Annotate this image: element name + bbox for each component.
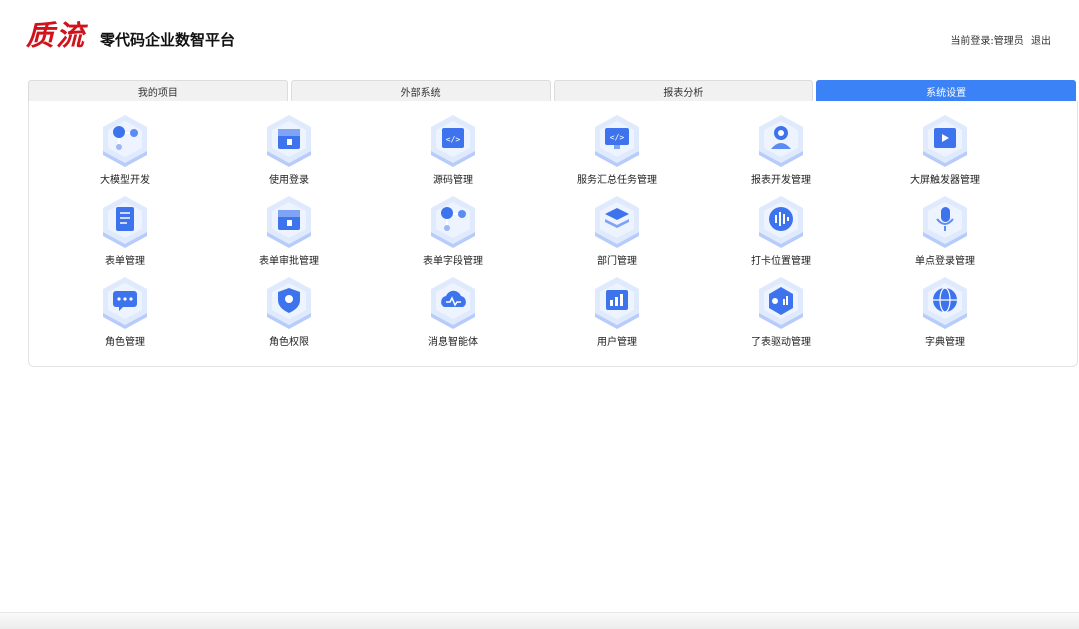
- module-item[interactable]: 表单字段管理: [371, 192, 535, 273]
- module-item[interactable]: 用户管理: [535, 273, 699, 354]
- module-item[interactable]: </> 源码管理: [371, 111, 535, 192]
- app-title: 零代码企业数智平台: [100, 31, 236, 49]
- sound-wave-icon: [759, 196, 803, 248]
- module-item[interactable]: 角色权限: [207, 273, 371, 354]
- module-label: 源码管理: [433, 175, 473, 186]
- module-item[interactable]: 表单审批管理: [207, 192, 371, 273]
- globe-icon: [923, 277, 967, 329]
- module-grid: 大模型开发 使用登录 </> 源码管理 </> 服务汇总任务管理 报表开发管理 大屏触发器管理…: [43, 111, 1027, 354]
- module-item[interactable]: 字典管理: [863, 273, 1027, 354]
- screen-trigger-icon: [923, 115, 967, 167]
- module-item[interactable]: 表单管理: [43, 192, 207, 273]
- module-item[interactable]: 使用登录: [207, 111, 371, 192]
- module-label: 消息智能体: [428, 337, 478, 348]
- module-item[interactable]: 打卡位置管理: [699, 192, 863, 273]
- storage-box-icon: [267, 196, 311, 248]
- module-item[interactable]: 单点登录管理: [863, 192, 1027, 273]
- module-label: 大模型开发: [100, 175, 150, 186]
- cloud-pulse-icon: [431, 277, 475, 329]
- molecule-icon: [431, 196, 475, 248]
- module-label: 角色权限: [269, 337, 309, 348]
- module-label: 表单管理: [105, 256, 145, 267]
- molecule-icon: [103, 115, 147, 167]
- module-item[interactable]: 了表驱动管理: [699, 273, 863, 354]
- user-area: 当前登录:管理员 退出: [946, 32, 1051, 47]
- code-window-icon: </>: [431, 115, 475, 167]
- module-label: 字典管理: [925, 337, 965, 348]
- module-item[interactable]: 报表开发管理: [699, 111, 863, 192]
- chat-screen-icon: [103, 277, 147, 329]
- layers-icon: [595, 196, 639, 248]
- module-label: 了表驱动管理: [751, 337, 811, 348]
- module-label: 角色管理: [105, 337, 145, 348]
- module-label: 服务汇总任务管理: [577, 175, 657, 186]
- module-item[interactable]: 大模型开发: [43, 111, 207, 192]
- app-header: 质流 零代码企业数智平台 当前登录:管理员 退出: [0, 0, 1079, 78]
- tab-system-settings[interactable]: 系统设置: [816, 80, 1076, 101]
- module-panel: 大模型开发 使用登录 </> 源码管理 </> 服务汇总任务管理 报表开发管理 大屏触发器管理…: [28, 101, 1078, 367]
- module-label: 表单字段管理: [423, 256, 483, 267]
- user-chart-icon: [595, 277, 639, 329]
- tab-external-systems[interactable]: 外部系统: [290, 80, 551, 101]
- module-label: 打卡位置管理: [751, 256, 811, 267]
- module-label: 报表开发管理: [751, 175, 811, 186]
- tab-my-projects[interactable]: 我的项目: [28, 80, 288, 101]
- code-monitor-icon: </>: [595, 115, 639, 167]
- module-label: 大屏触发器管理: [910, 175, 980, 186]
- shield-icon: [267, 277, 311, 329]
- module-item[interactable]: 大屏触发器管理: [863, 111, 1027, 192]
- user-gear-icon: [759, 115, 803, 167]
- storage-box-icon: [267, 115, 311, 167]
- logout-link[interactable]: 退出: [1031, 36, 1051, 47]
- module-label: 用户管理: [597, 337, 637, 348]
- tab-report-analysis[interactable]: 报表分析: [553, 80, 814, 101]
- main-tabs: 我的项目 外部系统 报表分析 系统设置: [28, 80, 1076, 101]
- module-item[interactable]: 部门管理: [535, 192, 699, 273]
- module-label: 单点登录管理: [915, 256, 975, 267]
- module-item[interactable]: 角色管理: [43, 273, 207, 354]
- module-label: 使用登录: [269, 175, 309, 186]
- module-item[interactable]: 消息智能体: [371, 273, 535, 354]
- form-icon: [103, 196, 147, 248]
- svg-text:</>: </>: [610, 133, 625, 142]
- module-label: 部门管理: [597, 256, 637, 267]
- data-cube-icon: [759, 277, 803, 329]
- brand-logo: 质流: [26, 19, 87, 52]
- module-item[interactable]: </> 服务汇总任务管理: [535, 111, 699, 192]
- svg-text:</>: </>: [446, 135, 461, 144]
- module-label: 表单审批管理: [259, 256, 319, 267]
- current-user-label: 当前登录:管理员: [950, 36, 1024, 47]
- microphone-icon: [923, 196, 967, 248]
- bottom-strip: [0, 612, 1079, 629]
